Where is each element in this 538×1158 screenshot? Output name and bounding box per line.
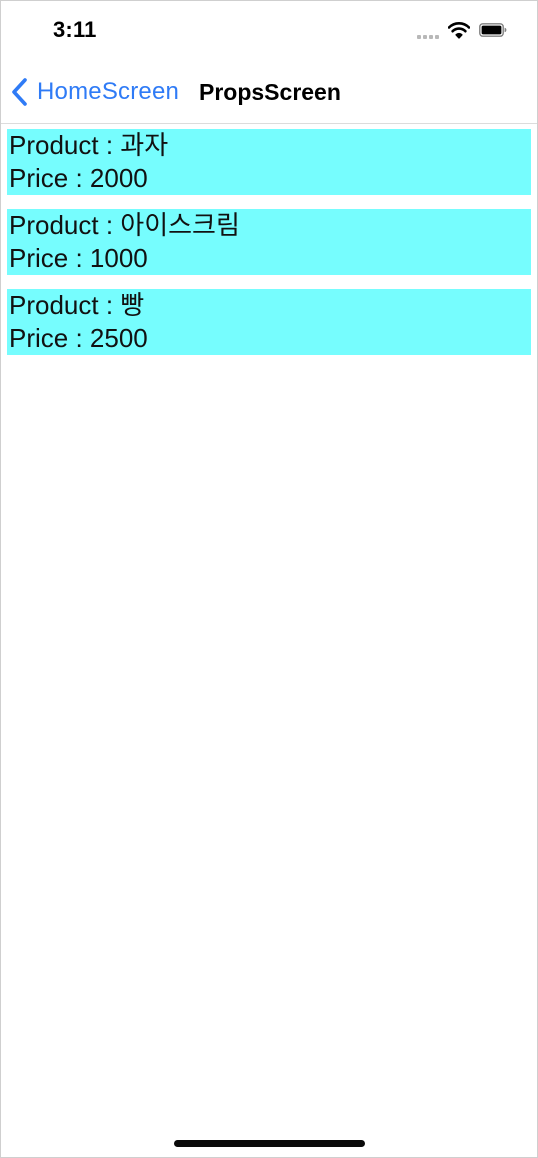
product-name: Product : 과자: [9, 130, 169, 160]
product-price: Price : 2000: [9, 163, 148, 193]
page-title: PropsScreen: [199, 79, 341, 105]
status-bar: 3:11: [1, 1, 537, 61]
home-indicator[interactable]: [174, 1140, 365, 1147]
product-card: Product : 아이스크림 Price : 1000: [7, 209, 531, 275]
cellular-signal-icon: [417, 35, 441, 39]
product-list: Product : 과자 Price : 2000 Product : 아이스크…: [7, 129, 531, 369]
product-card: Product : 빵 Price : 2500: [7, 289, 531, 355]
status-time: 3:11: [53, 17, 97, 42]
chevron-left-icon: [12, 78, 27, 106]
back-button-label: HomeScreen: [37, 78, 180, 105]
wifi-icon: [448, 22, 470, 39]
product-name: Product : 빵: [9, 290, 145, 320]
product-price: Price : 1000: [9, 243, 148, 273]
product-card: Product : 과자 Price : 2000: [7, 129, 531, 195]
product-price: Price : 2500: [9, 323, 148, 353]
battery-icon: [479, 23, 507, 37]
navigation-header: HomeScreen PropsScreen: [1, 61, 537, 124]
app-screen: 3:11 HomeScreen PropsScreen Product: 과자…: [0, 0, 538, 1158]
product-name: Product : 아이스크림: [9, 210, 240, 240]
back-button[interactable]: HomeScreen: [9, 61, 179, 123]
